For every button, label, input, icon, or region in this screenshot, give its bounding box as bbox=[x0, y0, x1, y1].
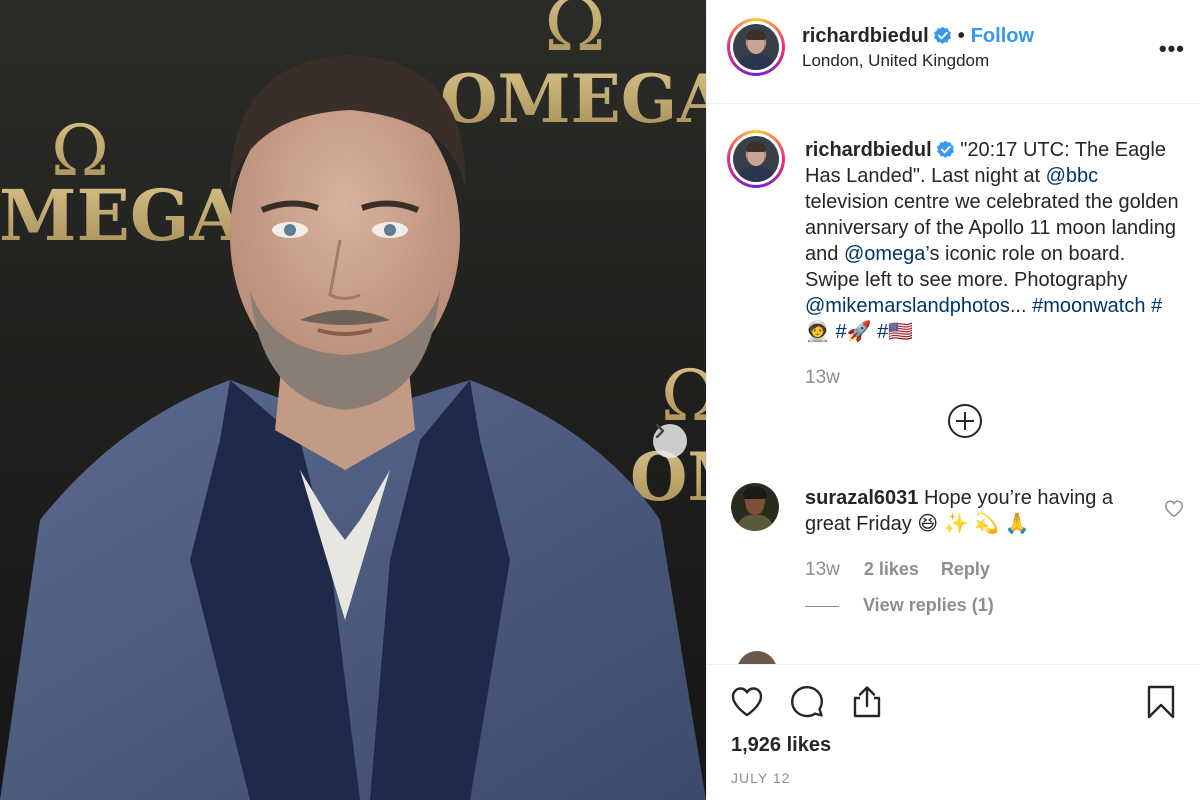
header-separator: • bbox=[957, 25, 965, 47]
mention-link-photographer[interactable]: @mikemarslandphotos bbox=[805, 295, 1010, 317]
post-side-panel: richardbiedul • Follow London, United Kin… bbox=[706, 0, 1200, 800]
chevron-right-icon bbox=[655, 424, 665, 438]
location-link[interactable]: London, United Kingdom bbox=[802, 51, 989, 71]
photo-illustration: Ω OMEGA Ω OMEGA Ω OMEGA bbox=[0, 0, 706, 800]
view-replies-button[interactable]: View replies (1) bbox=[805, 595, 994, 616]
mention-link-omega[interactable]: @omega bbox=[844, 243, 925, 265]
hashtag-link-moonwatch[interactable]: #moonwatch bbox=[1032, 295, 1145, 317]
backdrop-omega-wordmark-2: OMEGA bbox=[0, 174, 246, 257]
mention-link-bbc[interactable]: @bbc bbox=[1046, 165, 1099, 187]
caption-timestamp[interactable]: 13w bbox=[805, 367, 840, 389]
verified-badge-icon bbox=[933, 26, 951, 44]
heart-icon[interactable] bbox=[1163, 498, 1185, 520]
comments-scroll-area[interactable]: richardbiedul "20:17 UTC: The Eagle Has … bbox=[707, 104, 1200, 664]
heart-icon[interactable] bbox=[729, 684, 765, 720]
caption-author-avatar[interactable] bbox=[727, 130, 785, 188]
replies-divider-line bbox=[805, 605, 839, 607]
bookmark-icon[interactable] bbox=[1143, 684, 1179, 720]
post-actions: 1,926 likes JULY 12 bbox=[707, 664, 1200, 800]
view-replies-label: View replies (1) bbox=[863, 595, 994, 615]
post-caption: richardbiedul "20:17 UTC: The Eagle Has … bbox=[805, 137, 1185, 345]
caption-text: ... bbox=[1009, 295, 1033, 317]
commenter-username[interactable]: surazal6031 bbox=[805, 487, 918, 509]
hashtag-link-rocket[interactable]: #🚀 bbox=[835, 321, 871, 343]
header-author-line: richardbiedul • Follow bbox=[802, 25, 1034, 48]
plus-circle-icon[interactable] bbox=[947, 403, 983, 439]
backdrop-omega-symbol-1: Ω bbox=[544, 0, 605, 68]
next-comment-avatar-partial bbox=[737, 651, 777, 664]
follow-button[interactable]: Follow bbox=[971, 25, 1034, 47]
post-photo[interactable]: Ω OMEGA Ω OMEGA Ω OMEGA bbox=[0, 0, 706, 800]
hashtag-link-us-flag[interactable]: #🇺🇸 bbox=[877, 321, 913, 343]
share-icon[interactable] bbox=[849, 684, 885, 720]
author-username-link[interactable]: richardbiedul bbox=[802, 25, 929, 47]
likes-count-link[interactable]: 1,926 likes bbox=[731, 734, 831, 757]
comment-body: surazal6031 Hope you’re having a great F… bbox=[805, 485, 1155, 537]
post-header: richardbiedul • Follow London, United Kin… bbox=[707, 0, 1200, 104]
commenter-avatar[interactable] bbox=[731, 483, 779, 531]
next-photo-button[interactable] bbox=[653, 424, 687, 458]
comment-likes-link[interactable]: 2 likes bbox=[864, 559, 919, 579]
comment-timestamp[interactable]: 13w bbox=[805, 559, 840, 580]
author-avatar[interactable] bbox=[727, 18, 785, 76]
comment-bubble-icon[interactable] bbox=[789, 684, 825, 720]
more-options-icon[interactable]: ••• bbox=[1159, 36, 1185, 62]
comment-meta: 13w 2 likes Reply bbox=[805, 559, 990, 581]
caption-author-username[interactable]: richardbiedul bbox=[805, 139, 932, 161]
verified-badge-icon bbox=[936, 140, 954, 158]
post-date[interactable]: JULY 12 bbox=[731, 770, 790, 786]
reply-button[interactable]: Reply bbox=[941, 559, 990, 579]
backdrop-omega-wordmark-1: OMEGA bbox=[440, 60, 706, 138]
